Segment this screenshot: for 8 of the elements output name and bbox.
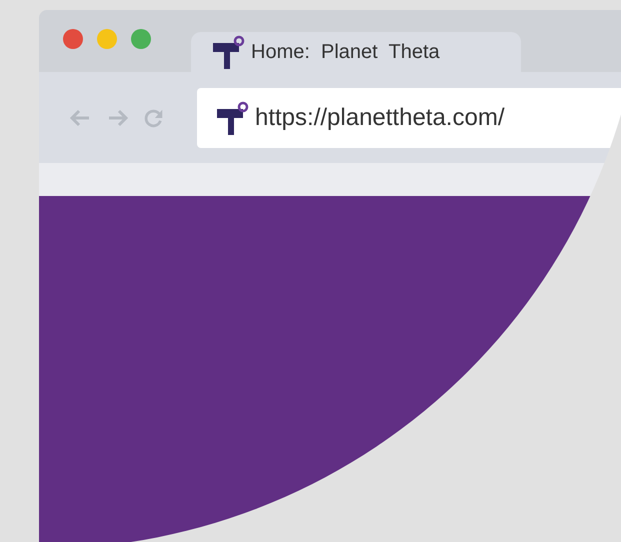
window-control-dot[interactable] xyxy=(131,29,151,49)
window-control-dot[interactable] xyxy=(97,29,117,49)
logo-icon xyxy=(211,35,245,69)
browser-tab[interactable]: Home: Planet Theta xyxy=(191,32,521,72)
reload-icon[interactable] xyxy=(143,106,165,128)
window-control-dot[interactable] xyxy=(63,29,83,49)
logo-icon xyxy=(215,100,249,134)
address-field[interactable]: https://planettheta.com/ xyxy=(197,88,621,148)
